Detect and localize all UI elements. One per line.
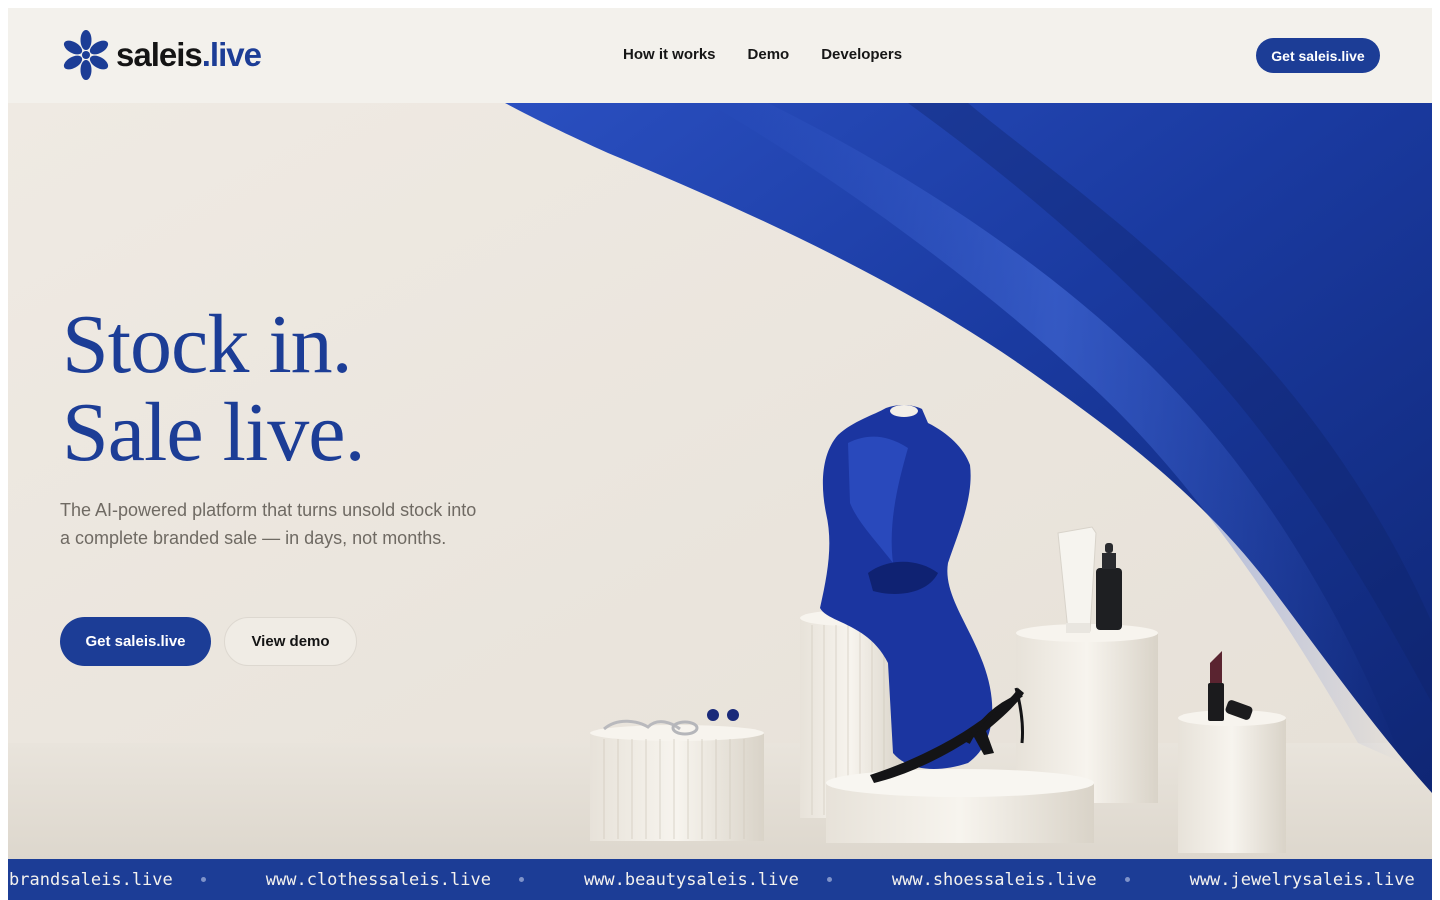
ticker-track: brandsaleis.live www.clothessaleis.live … bbox=[9, 859, 1432, 900]
ticker-item[interactable]: www.beautysaleis.live bbox=[584, 870, 799, 890]
logo[interactable]: saleis.live bbox=[62, 28, 262, 82]
ticker-item[interactable]: www.shoessaleis.live bbox=[892, 870, 1097, 890]
get-saleis-hero-button[interactable]: Get saleis.live bbox=[60, 617, 211, 666]
ticker-separator bbox=[518, 877, 524, 882]
domain-ticker: brandsaleis.live www.clothessaleis.live … bbox=[8, 859, 1432, 900]
hero-section: Stock in. Sale live. The AI-powered plat… bbox=[8, 103, 1432, 859]
ticker-separator bbox=[200, 877, 206, 882]
page-frame: saleis.live How it works Demo Developers… bbox=[8, 8, 1432, 900]
logo-name: saleis bbox=[116, 36, 203, 73]
hero-subtitle: The AI-powered platform that turns unsol… bbox=[60, 500, 477, 548]
asterisk-flower-icon bbox=[63, 30, 109, 80]
ticker-separator bbox=[826, 877, 832, 882]
ticker-separator bbox=[1124, 877, 1130, 882]
ticker-item[interactable]: www.clothessaleis.live bbox=[266, 870, 491, 890]
ticker-item[interactable]: www.jewelrysaleis.live bbox=[1190, 870, 1415, 890]
hero-headline-line-2: Sale live. bbox=[62, 386, 366, 479]
hero-headline-line-1: Stock in. bbox=[62, 298, 353, 391]
ticker-item[interactable]: brandsaleis.live bbox=[9, 870, 173, 890]
hero-product-image bbox=[8, 103, 1432, 859]
site-header: saleis.live How it works Demo Developers… bbox=[8, 8, 1432, 103]
main-nav: How it works Demo Developers bbox=[623, 46, 902, 63]
logo-tld: .live bbox=[201, 36, 262, 73]
nav-demo[interactable]: Demo bbox=[748, 46, 790, 63]
nav-how-it-works[interactable]: How it works bbox=[623, 46, 716, 63]
hero-headline: Stock in. Sale live. bbox=[62, 298, 366, 479]
get-saleis-header-button[interactable]: Get saleis.live bbox=[1256, 38, 1380, 73]
nav-developers[interactable]: Developers bbox=[821, 46, 902, 63]
view-demo-button[interactable]: View demo bbox=[224, 617, 357, 666]
logo-text: saleis.live bbox=[116, 36, 262, 74]
